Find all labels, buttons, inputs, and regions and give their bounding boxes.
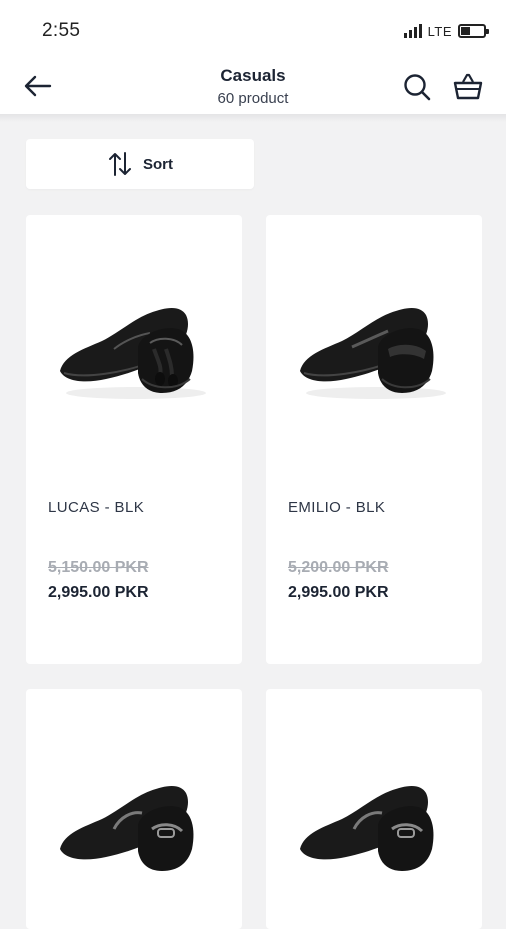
product-name: EMILIO - BLK	[288, 499, 386, 516]
status-time: 2:55	[42, 20, 81, 41]
product-card[interactable]: EMILIO - BLK 5,200.00 PKR 2,995.00 PKR	[266, 215, 482, 664]
product-old-price: 5,150.00 PKR	[48, 559, 149, 576]
search-icon	[404, 74, 431, 101]
sort-label: Sort	[143, 155, 173, 173]
app-header: Casuals 60 product	[0, 58, 506, 114]
sort-button[interactable]: Sort	[26, 139, 254, 189]
sort-arrows-icon	[109, 152, 131, 176]
search-button[interactable]	[400, 70, 434, 104]
basket-button[interactable]	[450, 70, 486, 104]
product-price: 2,995.00 PKR	[48, 584, 149, 601]
product-price: 2,995.00 PKR	[288, 584, 389, 601]
product-card[interactable]	[266, 689, 482, 929]
status-indicators: LTE	[403, 22, 489, 40]
loafer-bit-image	[300, 786, 434, 871]
product-card[interactable]	[26, 689, 242, 929]
product-card[interactable]: LUCAS - BLK 5,150.00 PKR 2,995.00 PKR	[26, 215, 242, 664]
status-bar: 2:55 LTE	[0, 0, 506, 58]
product-old-price: 5,200.00 PKR	[288, 559, 389, 576]
basket-icon	[453, 73, 483, 100]
product-name: LUCAS - BLK	[48, 499, 145, 516]
network-label: LTE	[427, 23, 452, 39]
loafer-tassel-image	[60, 308, 206, 399]
signal-icon	[403, 24, 422, 38]
header-shadow	[0, 114, 506, 122]
battery-icon	[458, 24, 489, 38]
loafer-penny-image	[300, 308, 446, 399]
loafer-bit-image	[60, 786, 194, 871]
